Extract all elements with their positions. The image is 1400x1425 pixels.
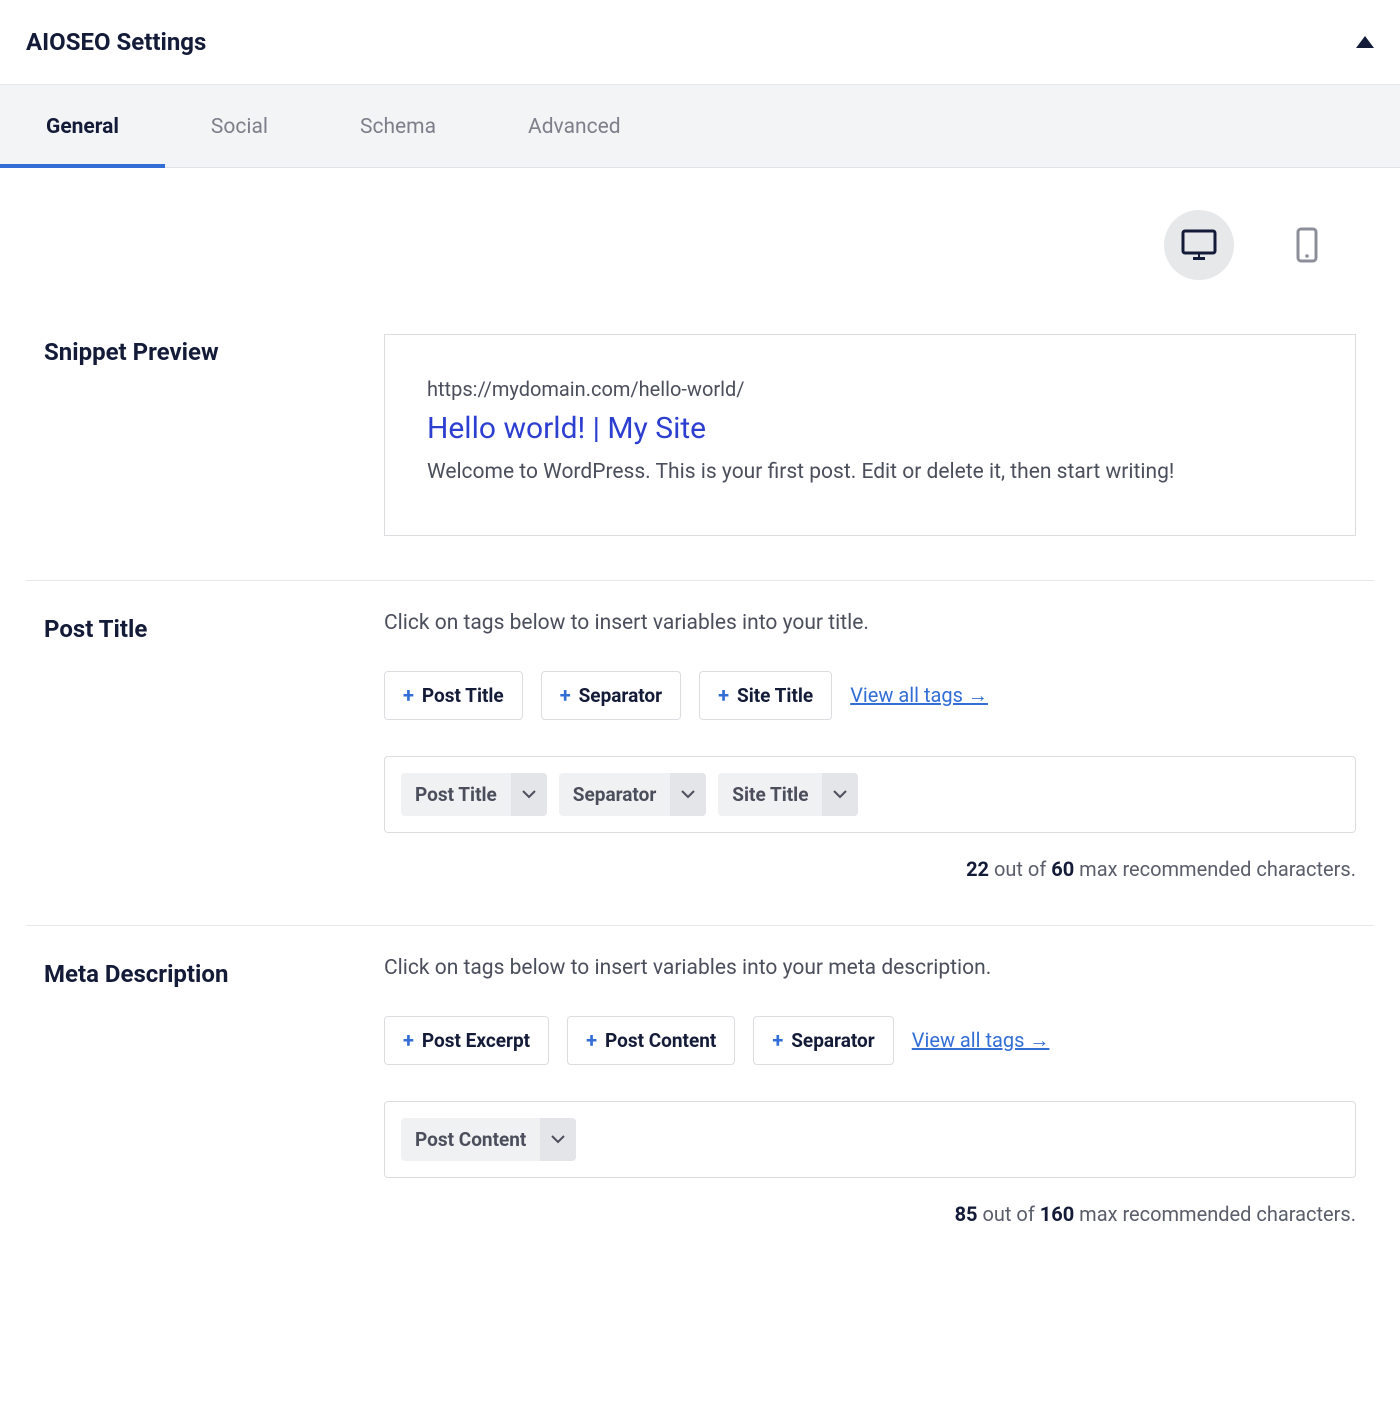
add-tag-site-title[interactable]: + Site Title (699, 671, 832, 720)
char-suffix-label: max recommended characters. (1074, 1202, 1356, 1226)
plus-icon: + (586, 1030, 597, 1050)
chip-post-content[interactable]: Post Content (401, 1118, 576, 1161)
add-tag-separator[interactable]: + Separator (541, 671, 681, 720)
snippet-description: Welcome to WordPress. This is your first… (427, 456, 1313, 489)
device-toggle-row (26, 168, 1374, 304)
view-all-tags-link[interactable]: View all tags → (912, 1028, 1050, 1053)
plus-icon: + (403, 685, 414, 705)
chip-label: Separator (559, 773, 671, 816)
tag-suggestion-label: Separator (791, 1029, 875, 1052)
tag-suggestion-label: Post Content (605, 1029, 716, 1052)
tag-suggestion-label: Post Excerpt (422, 1029, 530, 1052)
tabs-row: General Social Schema Advanced (0, 85, 1400, 168)
add-tag-separator[interactable]: + Separator (753, 1016, 893, 1065)
snippet-card: https://mydomain.com/hello-world/ Hello … (384, 334, 1356, 536)
char-out-of-label: out of (978, 1202, 1040, 1226)
chip-label: Post Content (401, 1118, 540, 1161)
collapse-toggle-icon[interactable] (1356, 36, 1374, 48)
plus-icon: + (772, 1030, 783, 1050)
section-post-title: Post Title Click on tags below to insert… (26, 581, 1374, 926)
chip-separator[interactable]: Separator (559, 773, 707, 816)
char-out-of-label: out of (989, 857, 1051, 881)
section-snippet-preview: Snippet Preview https://mydomain.com/hel… (26, 304, 1374, 581)
tab-social[interactable]: Social (165, 85, 314, 167)
chip-post-title[interactable]: Post Title (401, 773, 547, 816)
desktop-preview-button[interactable] (1164, 210, 1234, 280)
char-max: 60 (1051, 857, 1074, 881)
desktop-icon (1181, 228, 1217, 262)
chip-label: Post Title (401, 773, 511, 816)
snippet-preview-heading: Snippet Preview (44, 334, 384, 366)
post-title-helper: Click on tags below to insert variables … (384, 611, 1356, 635)
meta-description-char-count: 85 out of 160 max recommended characters… (384, 1190, 1356, 1226)
chevron-down-icon[interactable] (670, 773, 706, 816)
chevron-down-icon[interactable] (511, 773, 547, 816)
tag-suggestion-label: Site Title (737, 684, 813, 707)
snippet-title: Hello world! | My Site (427, 411, 1313, 446)
tab-schema[interactable]: Schema (314, 85, 482, 167)
chevron-down-icon[interactable] (822, 773, 858, 816)
tag-suggestion-label: Separator (579, 684, 663, 707)
add-tag-post-excerpt[interactable]: + Post Excerpt (384, 1016, 549, 1065)
meta-description-heading: Meta Description (44, 956, 384, 988)
add-tag-post-title[interactable]: + Post Title (384, 671, 523, 720)
view-all-tags-link[interactable]: View all tags → (850, 683, 988, 708)
post-title-input[interactable]: Post Title Separator Site Title (384, 756, 1356, 833)
panel-title: AIOSEO Settings (26, 28, 206, 56)
plus-icon: + (560, 685, 571, 705)
section-meta-description: Meta Description Click on tags below to … (26, 926, 1374, 1270)
post-title-heading: Post Title (44, 611, 384, 643)
meta-description-helper: Click on tags below to insert variables … (384, 956, 1356, 980)
plus-icon: + (718, 685, 729, 705)
chevron-down-icon[interactable] (540, 1118, 576, 1161)
chip-site-title[interactable]: Site Title (718, 773, 858, 816)
char-max: 160 (1040, 1202, 1074, 1226)
char-current: 85 (955, 1202, 978, 1226)
char-current: 22 (966, 857, 989, 881)
plus-icon: + (403, 1030, 414, 1050)
meta-description-suggestions-row: + Post Excerpt + Post Content + Separato… (384, 1016, 1356, 1065)
tab-general[interactable]: General (0, 85, 165, 167)
tab-advanced[interactable]: Advanced (482, 85, 667, 167)
mobile-preview-button[interactable] (1272, 210, 1342, 280)
snippet-url: https://mydomain.com/hello-world/ (427, 377, 1313, 401)
panel-header: AIOSEO Settings (0, 0, 1400, 85)
mobile-icon (1296, 227, 1318, 263)
chip-label: Site Title (718, 773, 822, 816)
add-tag-post-content[interactable]: + Post Content (567, 1016, 735, 1065)
post-title-char-count: 22 out of 60 max recommended characters. (384, 845, 1356, 881)
post-title-suggestions-row: + Post Title + Separator + Site Title Vi… (384, 671, 1356, 720)
tag-suggestion-label: Post Title (422, 684, 504, 707)
panel-content: Snippet Preview https://mydomain.com/hel… (0, 168, 1400, 1270)
char-suffix-label: max recommended characters. (1074, 857, 1356, 881)
meta-description-input[interactable]: Post Content (384, 1101, 1356, 1178)
